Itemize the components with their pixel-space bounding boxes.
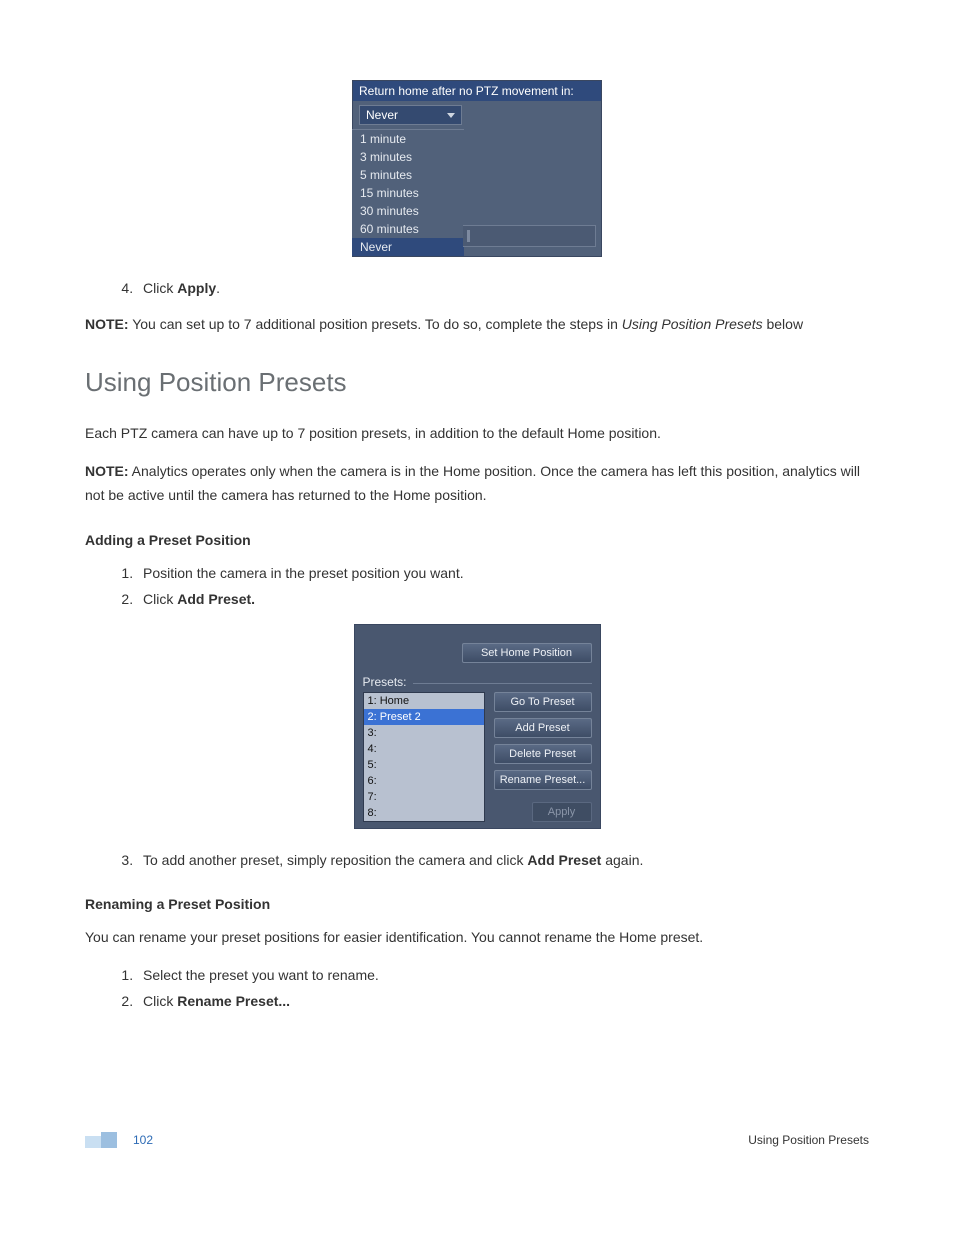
figure-presets-panel: Set Home Position Presets: 1: Home2: Pre…	[354, 624, 601, 829]
footer-title: Using Position Presets	[748, 1133, 869, 1147]
note-1: NOTE: You can set up to 7 additional pos…	[85, 313, 869, 337]
note1-italic: Using Position Presets	[622, 316, 763, 332]
step3-prefix: To add another preset, simply reposition…	[143, 852, 527, 868]
preset-list-item[interactable]: 6:	[364, 773, 484, 789]
note2-text: Analytics operates only when the camera …	[85, 463, 860, 503]
dropdown-option[interactable]: 30 minutes	[352, 202, 464, 220]
dropdown-option[interactable]: 5 minutes	[352, 166, 464, 184]
presets-list[interactable]: 1: Home2: Preset 23:4:5:6:7:8:	[363, 692, 485, 822]
note2-label: NOTE:	[85, 463, 129, 479]
adjacent-field	[463, 225, 596, 247]
rename-step-2: Click Rename Preset...	[137, 990, 869, 1012]
combo-value: Never	[366, 108, 398, 122]
preset-list-item[interactable]: 1: Home	[364, 693, 484, 709]
section-heading: Using Position Presets	[85, 367, 869, 398]
dropdown-option[interactable]: Never	[352, 238, 464, 256]
preset-list-item[interactable]: 8:	[364, 805, 484, 821]
step4-prefix: Click	[143, 280, 177, 296]
set-home-position-button[interactable]: Set Home Position	[462, 643, 592, 663]
presets-legend: Presets:	[363, 675, 413, 689]
rename-step2-bold: Rename Preset...	[177, 993, 290, 1009]
go-to-preset-button[interactable]: Go To Preset	[494, 692, 592, 712]
dropdown-option[interactable]: 60 minutes	[352, 220, 464, 238]
rename-step2-prefix: Click	[143, 993, 177, 1009]
add-preset-button[interactable]: Add Preset	[494, 718, 592, 738]
delete-preset-button[interactable]: Delete Preset	[494, 744, 592, 764]
note1-label: NOTE:	[85, 316, 129, 332]
dropdown-title: Return home after no PTZ movement in:	[353, 81, 601, 101]
note1-text2: below	[763, 316, 803, 332]
adding-step-3: To add another preset, simply reposition…	[137, 849, 869, 871]
page-number: 102	[133, 1133, 153, 1147]
intro-paragraph: Each PTZ camera can have up to 7 positio…	[85, 422, 869, 446]
adding-steps-continued: To add another preset, simply reposition…	[85, 849, 869, 871]
adding-step2-prefix: Click	[143, 591, 177, 607]
step3-bold: Add Preset	[527, 852, 601, 868]
figure-return-home-dropdown: Return home after no PTZ movement in: Ne…	[352, 80, 602, 257]
page-footer: 102 Using Position Presets	[85, 1132, 869, 1148]
rename-paragraph: You can rename your preset positions for…	[85, 926, 869, 950]
rename-steps: Select the preset you want to rename. Cl…	[85, 964, 869, 1013]
step4-bold: Apply	[177, 280, 216, 296]
step3-suffix: again.	[601, 852, 643, 868]
rename-preset-button[interactable]: Rename Preset...	[494, 770, 592, 790]
preset-list-item[interactable]: 3:	[364, 725, 484, 741]
apply-button[interactable]: Apply	[532, 802, 592, 822]
rename-step-1: Select the preset you want to rename.	[137, 964, 869, 986]
footer-logo-icon	[85, 1132, 117, 1148]
note1-text1: You can set up to 7 additional position …	[129, 316, 622, 332]
adding-step2-bold: Add Preset.	[177, 591, 255, 607]
step-list-continued: Click Apply.	[85, 277, 869, 299]
dropdown-option[interactable]: 3 minutes	[352, 148, 464, 166]
return-home-combo[interactable]: Never	[359, 105, 462, 125]
dropdown-options: 1 minute3 minutes5 minutes15 minutes30 m…	[352, 129, 464, 256]
subhead-renaming: Renaming a Preset Position	[85, 896, 869, 912]
adding-step-1: Position the camera in the preset positi…	[137, 562, 869, 584]
chevron-down-icon	[447, 113, 455, 118]
step-4: Click Apply.	[137, 277, 869, 299]
preset-list-item[interactable]: 2: Preset 2	[364, 709, 484, 725]
preset-list-item[interactable]: 7:	[364, 789, 484, 805]
adding-step-2: Click Add Preset.	[137, 588, 869, 610]
dropdown-option[interactable]: 15 minutes	[352, 184, 464, 202]
dropdown-option[interactable]: 1 minute	[352, 130, 464, 148]
note-2: NOTE: Analytics operates only when the c…	[85, 460, 869, 508]
preset-list-item[interactable]: 5:	[364, 757, 484, 773]
preset-list-item[interactable]: 4:	[364, 741, 484, 757]
step4-suffix: .	[216, 280, 220, 296]
subhead-adding: Adding a Preset Position	[85, 532, 869, 548]
adding-steps: Position the camera in the preset positi…	[85, 562, 869, 611]
